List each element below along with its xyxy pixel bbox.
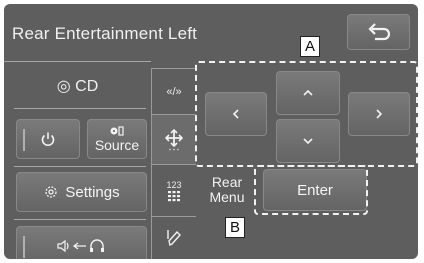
keypad-grid-icon <box>167 190 181 202</box>
rear-entertainment-screen: Rear Entertainment Left ◎ CD Source Sett… <box>4 4 418 259</box>
rear-menu-label: Rear Menu <box>209 174 245 205</box>
power-button[interactable] <box>16 119 80 159</box>
source-label: Source <box>94 137 140 153</box>
left-divider-2 <box>14 166 146 167</box>
skip-track-label: «/» <box>166 85 182 98</box>
callout-label-a: A <box>300 36 320 57</box>
tab-touch-pen[interactable] <box>151 216 196 259</box>
rear-menu-button[interactable]: Rear Menu <box>202 169 252 211</box>
source-button[interactable]: Source <box>87 119 147 159</box>
pen-icon <box>166 229 182 247</box>
source-icon <box>109 125 125 137</box>
cd-source-indicator: ◎ CD <box>56 78 99 95</box>
tab-skip-track[interactable]: «/» <box>151 68 196 114</box>
keypad-label: 123 <box>166 179 182 190</box>
tab-keypad[interactable]: 123 <box>151 164 196 216</box>
left-divider-1 <box>14 108 146 109</box>
callout-a-area <box>195 61 418 167</box>
back-button[interactable] <box>347 14 410 50</box>
callout-b-area <box>254 165 368 215</box>
header-divider <box>4 61 151 62</box>
tab-cursor-remote[interactable] <box>151 114 196 164</box>
move-cursor-icon <box>165 128 183 151</box>
settings-label: Settings <box>65 183 120 201</box>
audio-indicator-bar <box>23 236 25 258</box>
power-indicator-bar <box>23 129 25 151</box>
power-icon <box>40 131 56 147</box>
callout-label-b: B <box>225 217 245 238</box>
audio-output-button[interactable] <box>16 226 147 259</box>
speaker-to-headphones-icon <box>56 238 108 254</box>
page-title: Rear Entertainment Left <box>12 24 198 43</box>
settings-button[interactable]: Settings <box>16 172 147 212</box>
left-divider-3 <box>14 219 146 220</box>
gear-icon <box>43 184 59 200</box>
back-arrow-icon <box>366 23 392 41</box>
